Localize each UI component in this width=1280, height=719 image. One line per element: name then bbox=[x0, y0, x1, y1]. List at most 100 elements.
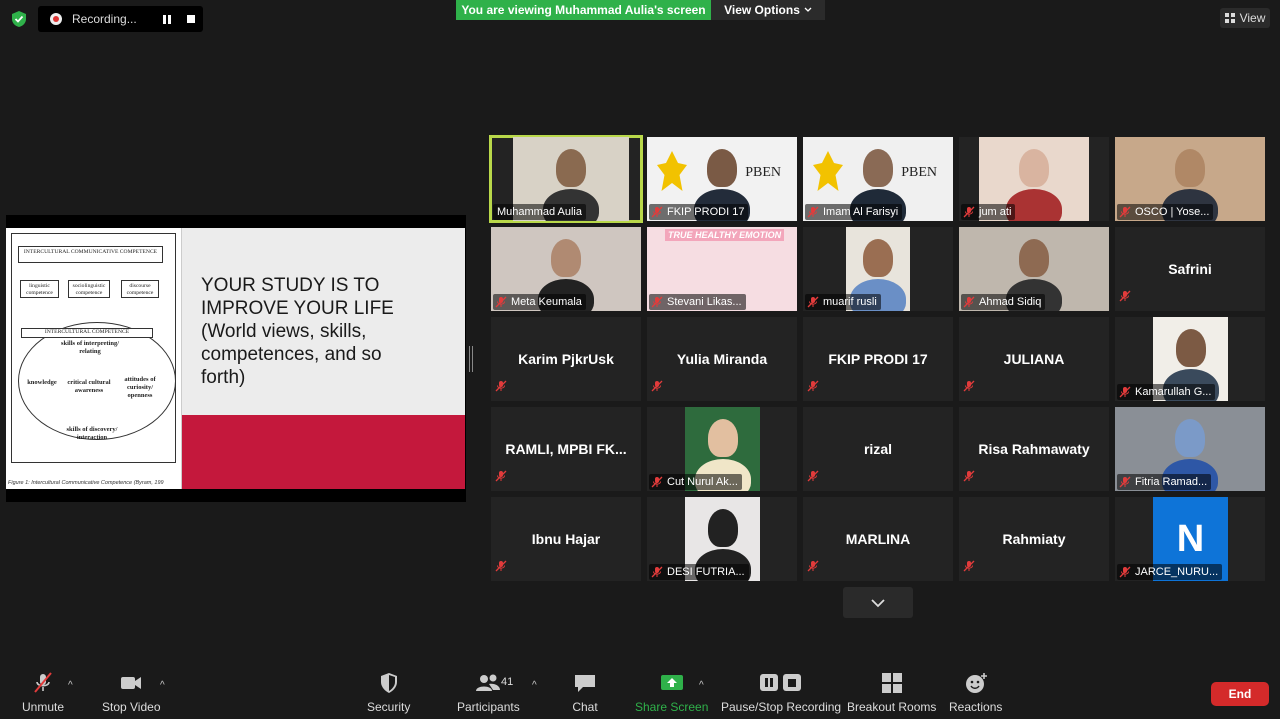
banner-text: PBEN bbox=[901, 165, 937, 180]
stop-recording-icon[interactable] bbox=[187, 15, 195, 23]
reactions-label: Reactions bbox=[949, 700, 1003, 714]
university-logo-icon bbox=[813, 151, 843, 191]
participant-tile[interactable]: Cut Nurul Ak... bbox=[647, 407, 797, 491]
video-options-caret-icon[interactable]: ^ bbox=[160, 680, 165, 691]
reactions-button[interactable]: Reactions bbox=[949, 672, 1002, 714]
participant-tile[interactable]: DESI FUTRIA... bbox=[647, 497, 797, 581]
participant-name: Imam Al Farisyi bbox=[823, 206, 899, 218]
participant-name-label: Ahmad Sidiq bbox=[961, 294, 1046, 310]
pause-stop-recording-button[interactable]: Pause/Stop Recording bbox=[721, 672, 841, 714]
participant-name-label: OSCO | Yose... bbox=[1117, 204, 1214, 220]
presentation-slide: INTERCULTURAL COMMUNICATIVE COMPETENCE l… bbox=[6, 228, 465, 489]
slide-title-area: YOUR STUDY IS TO IMPROVE YOUR LIFE (Worl… bbox=[182, 228, 465, 415]
participant-tile[interactable]: N JARCE_NURU... bbox=[1115, 497, 1265, 581]
security-button[interactable]: Security bbox=[367, 672, 410, 714]
participant-name: FKIP PRODI 17 bbox=[828, 351, 928, 367]
participant-tile[interactable]: PBEN Imam Al Farisyi bbox=[803, 137, 953, 221]
slide-heading-line: competences, and so bbox=[201, 344, 382, 365]
participant-tile[interactable]: Rahmiaty bbox=[959, 497, 1109, 581]
unmute-button[interactable]: Unmute bbox=[22, 672, 64, 714]
participant-tile[interactable]: Yulia Miranda bbox=[647, 317, 797, 401]
participant-tile[interactable]: Fitria Ramad... bbox=[1115, 407, 1265, 491]
recording-label: Recording... bbox=[72, 12, 137, 26]
participant-name: Yulia Miranda bbox=[676, 351, 768, 367]
pause-recording-icon[interactable] bbox=[163, 14, 171, 24]
university-logo-icon bbox=[657, 151, 687, 191]
participant-tile[interactable]: Ahmad Sidiq bbox=[959, 227, 1109, 311]
participant-name: RAMLI, MPBI FK... bbox=[505, 441, 627, 457]
participant-tile[interactable]: MARLINA bbox=[803, 497, 953, 581]
participant-name: Stevani Likas... bbox=[667, 296, 742, 308]
breakout-rooms-label: Breakout Rooms bbox=[847, 700, 937, 714]
participant-tile[interactable]: RAMLI, MPBI FK... bbox=[491, 407, 641, 491]
participant-name: Muhammad Aulia bbox=[497, 206, 582, 218]
person-head bbox=[556, 149, 586, 187]
person-head bbox=[551, 239, 581, 277]
share-options-caret-icon[interactable]: ^ bbox=[699, 680, 704, 691]
muted-mic-icon bbox=[1119, 289, 1135, 307]
person-head bbox=[1175, 419, 1205, 457]
participant-tile[interactable]: Kamarullah G... bbox=[1115, 317, 1265, 401]
fig-ic: INTERCULTURAL COMPETENCE bbox=[21, 328, 153, 338]
share-screen-button[interactable]: Share Screen bbox=[635, 672, 708, 714]
more-participants-button[interactable] bbox=[843, 587, 913, 618]
person-head bbox=[1175, 149, 1205, 187]
participant-name-label: Imam Al Farisyi bbox=[805, 204, 903, 220]
pause-recording-label: Pause/Stop Recording bbox=[721, 700, 842, 714]
participant-tile[interactable]: PBEN FKIP PRODI 17 bbox=[647, 137, 797, 221]
participant-name: Karim PjkrUsk bbox=[518, 351, 614, 367]
audio-options-caret-icon[interactable]: ^ bbox=[68, 680, 73, 691]
participant-tile[interactable]: jum ati bbox=[959, 137, 1109, 221]
recording-indicator: Recording... bbox=[38, 6, 203, 32]
fig-caption: Figure 1: Intercultural Communicative Co… bbox=[8, 480, 164, 486]
fig-discovery: skills of discovery/ interaction bbox=[66, 426, 118, 441]
share-screen-label: Share Screen bbox=[635, 700, 709, 714]
chevron-down-icon bbox=[804, 7, 812, 12]
participant-tile[interactable]: Meta Keumala bbox=[491, 227, 641, 311]
muted-mic-icon bbox=[963, 469, 979, 487]
chat-bubble-icon bbox=[575, 675, 595, 692]
video-camera-icon bbox=[121, 677, 142, 689]
participant-name-label: DESI FUTRIA... bbox=[649, 564, 749, 580]
slide-heading-line: (World views, skills, bbox=[201, 321, 367, 342]
participant-tile[interactable]: muarif rusli bbox=[803, 227, 953, 311]
participant-tile[interactable]: Safrini bbox=[1115, 227, 1265, 311]
participant-tile[interactable]: TRUE HEALTHY EMOTION Stevani Likas... bbox=[647, 227, 797, 311]
view-options-button[interactable]: View Options bbox=[711, 0, 825, 20]
stop-video-label: Stop Video bbox=[102, 700, 161, 714]
participant-tile[interactable]: rizal bbox=[803, 407, 953, 491]
resize-handle[interactable] bbox=[469, 346, 473, 372]
participant-tile[interactable]: FKIP PRODI 17 bbox=[803, 317, 953, 401]
breakout-rooms-button[interactable]: Breakout Rooms bbox=[847, 672, 936, 714]
slide-heading: YOUR STUDY IS TO IMPROVE YOUR LIFE (Worl… bbox=[201, 274, 451, 389]
end-meeting-button[interactable]: End bbox=[1211, 682, 1269, 706]
participant-tile[interactable]: Karim PjkrUsk bbox=[491, 317, 641, 401]
participant-tile[interactable]: JULIANA bbox=[959, 317, 1109, 401]
fig-discourse: discourse competence bbox=[121, 280, 159, 298]
muted-mic-icon bbox=[651, 379, 667, 397]
security-shield-icon[interactable] bbox=[10, 10, 28, 28]
slide-heading-line: IMPROVE YOUR LIFE bbox=[201, 298, 394, 319]
participants-options-caret-icon[interactable]: ^ bbox=[532, 680, 537, 691]
participant-tile[interactable]: OSCO | Yose... bbox=[1115, 137, 1265, 221]
slide-accent-bar bbox=[182, 415, 465, 489]
stop-video-button[interactable]: Stop Video bbox=[102, 672, 161, 714]
person-head bbox=[1019, 149, 1049, 187]
muted-mic-icon bbox=[807, 469, 823, 487]
security-label: Security bbox=[367, 700, 411, 714]
participant-tile[interactable]: Risa Rahmawaty bbox=[959, 407, 1109, 491]
breakout-rooms-icon bbox=[881, 673, 902, 693]
shield-icon bbox=[380, 673, 397, 693]
view-button[interactable]: View bbox=[1220, 8, 1270, 28]
recording-dot-icon bbox=[50, 13, 62, 25]
participant-tile[interactable]: Ibnu Hajar bbox=[491, 497, 641, 581]
chat-button[interactable]: Chat bbox=[572, 672, 598, 714]
fig-attitudes: attitudes of curiosity/ openness bbox=[124, 376, 156, 399]
grid-view-icon bbox=[1224, 13, 1235, 23]
muted-mic-icon bbox=[34, 672, 52, 693]
participant-name-label: jum ati bbox=[961, 204, 1016, 220]
participant-tile[interactable]: Muhammad Aulia bbox=[489, 135, 643, 223]
share-screen-icon bbox=[660, 675, 683, 690]
muted-mic-icon bbox=[963, 379, 979, 397]
person-head bbox=[707, 509, 738, 547]
